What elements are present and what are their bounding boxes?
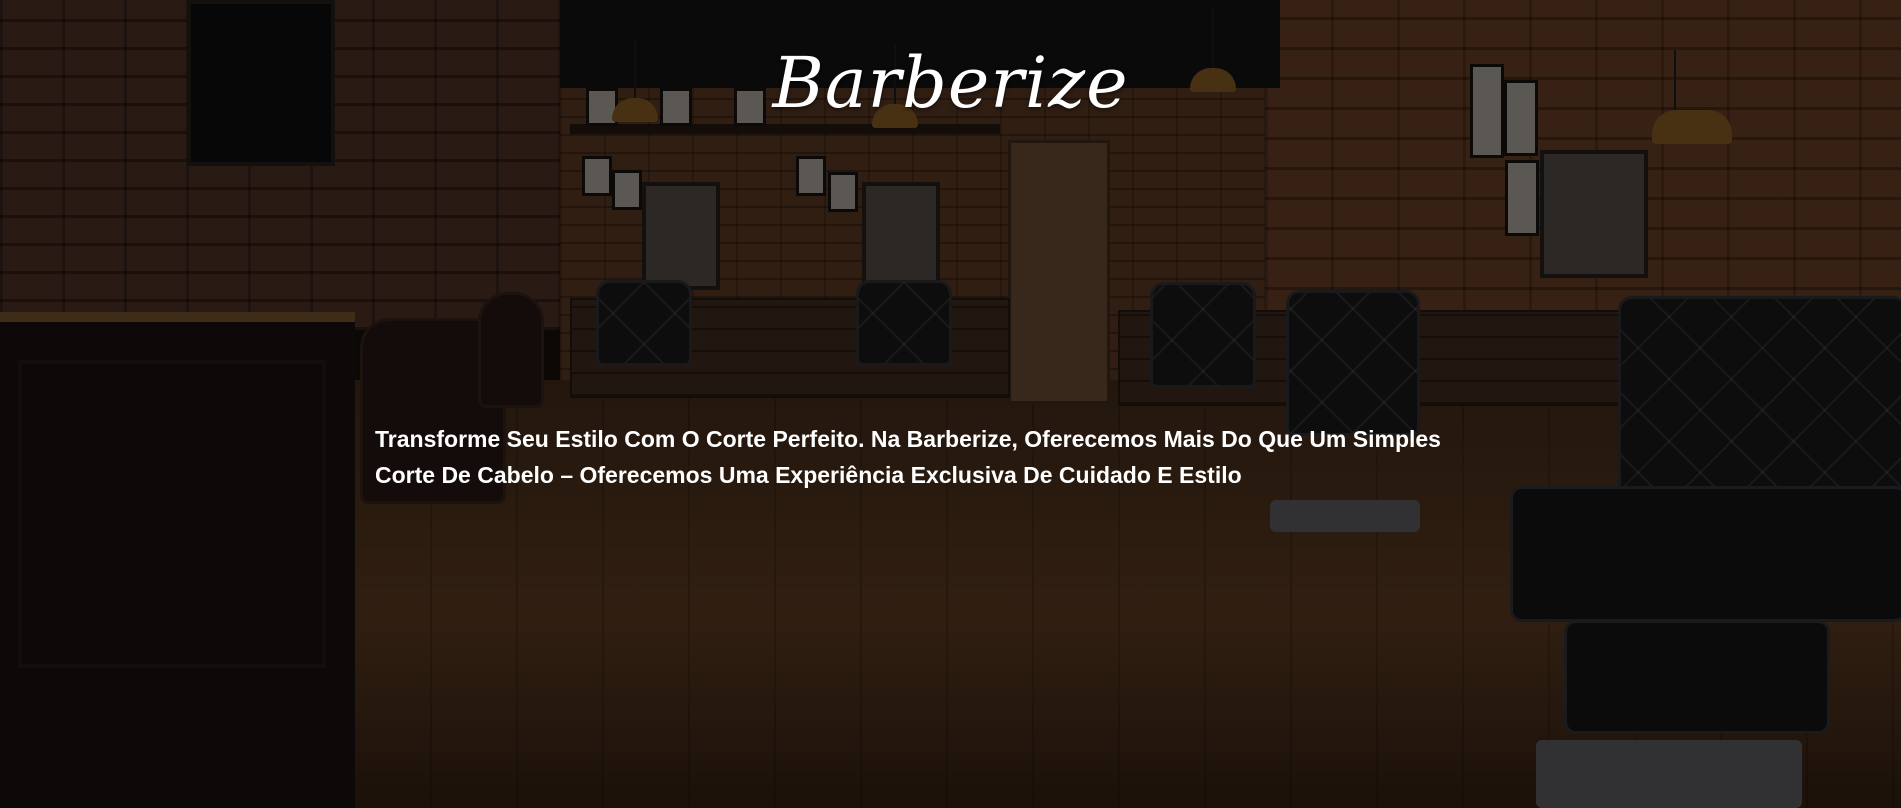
hero-section: Barberize Transforme Seu Estilo Com O Co… — [0, 0, 1901, 808]
brand-logo: Barberize — [772, 42, 1129, 124]
hero-tagline: Transforme Seu Estilo Com O Corte Perfei… — [375, 426, 1441, 488]
